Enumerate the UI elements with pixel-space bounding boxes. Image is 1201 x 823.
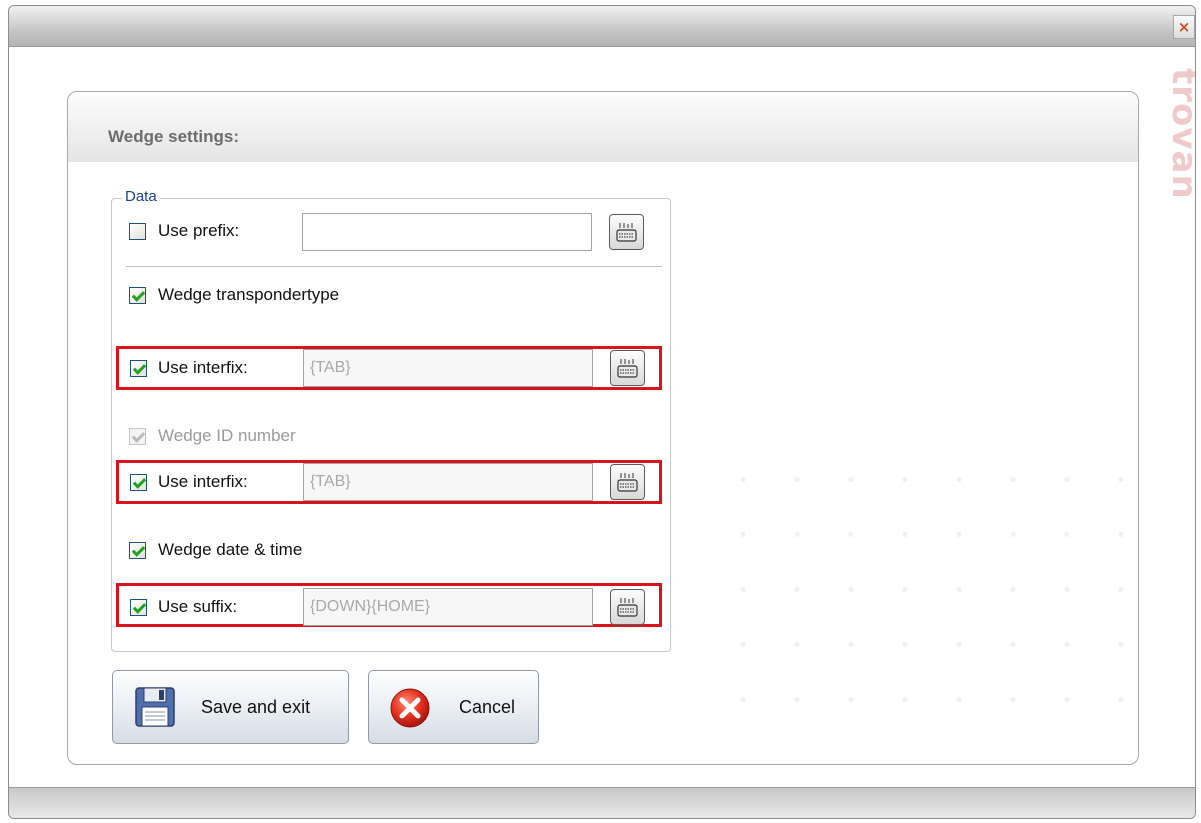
keyboard-icon [617, 473, 638, 492]
interfix-row-2: Use interfix: [116, 460, 662, 504]
interfix-2-label: Use interfix: [158, 472, 248, 491]
date-time-label: Wedge date & time [158, 540, 303, 559]
settings-window: × trovan Wedge settings: Data Use prefix… [8, 5, 1196, 819]
cancel-button[interactable]: Cancel [368, 670, 539, 744]
interfix-1-label: Use interfix: [158, 358, 248, 377]
interfix-2-keyboard-button[interactable] [610, 464, 645, 500]
transpondertype-label: Wedge transpondertype [158, 285, 340, 304]
id-number-row: Wedge ID number [112, 415, 670, 459]
title-bar[interactable] [9, 6, 1195, 47]
bottom-bar [9, 787, 1195, 818]
cancel-icon [390, 688, 430, 728]
interfix-1-input[interactable] [303, 349, 593, 387]
interfix-2-input[interactable] [303, 463, 593, 501]
prefix-input[interactable] [302, 213, 592, 251]
panel-title: Wedge settings: [108, 127, 239, 146]
date-time-row: Wedge date & time [112, 529, 670, 573]
save-and-exit-button[interactable]: Save and exit [112, 670, 349, 744]
date-time-checkbox[interactable] [129, 542, 146, 559]
id-number-label: Wedge ID number [158, 426, 296, 445]
transpondertype-row: Wedge transpondertype [112, 274, 670, 318]
cancel-label: Cancel [459, 697, 516, 717]
prefix-separator [126, 266, 662, 267]
prefix-keyboard-button[interactable] [609, 214, 644, 250]
interfix-1-checkbox[interactable] [130, 360, 147, 377]
interfix-1-keyboard-button[interactable] [610, 350, 645, 386]
suffix-row: Use suffix: [116, 583, 662, 627]
suffix-keyboard-button[interactable] [610, 589, 645, 625]
close-icon[interactable]: × [1173, 15, 1195, 39]
watermark-pattern [716, 452, 1138, 732]
wedge-settings-panel: Wedge settings: Data Use prefix: Wedge t… [67, 91, 1139, 765]
save-and-exit-label: Save and exit [201, 697, 311, 717]
prefix-row: Use prefix: [112, 209, 670, 253]
interfix-2-checkbox[interactable] [130, 474, 147, 491]
suffix-input[interactable] [303, 588, 593, 626]
keyboard-icon [617, 598, 638, 617]
prefix-label: Use prefix: [158, 221, 240, 240]
interfix-row-1: Use interfix: [116, 346, 662, 390]
suffix-checkbox[interactable] [130, 599, 147, 616]
floppy-disk-icon [135, 687, 175, 727]
brand-logo: trovan [1164, 68, 1196, 200]
transpondertype-checkbox[interactable] [129, 287, 146, 304]
id-number-checkbox[interactable] [129, 428, 146, 445]
data-group: Data Use prefix: Wedge transpondertype U… [111, 188, 671, 652]
suffix-label: Use suffix: [158, 597, 238, 616]
keyboard-icon [617, 359, 638, 378]
keyboard-icon [616, 223, 637, 242]
data-group-legend: Data [122, 188, 160, 205]
prefix-checkbox[interactable] [129, 223, 146, 240]
